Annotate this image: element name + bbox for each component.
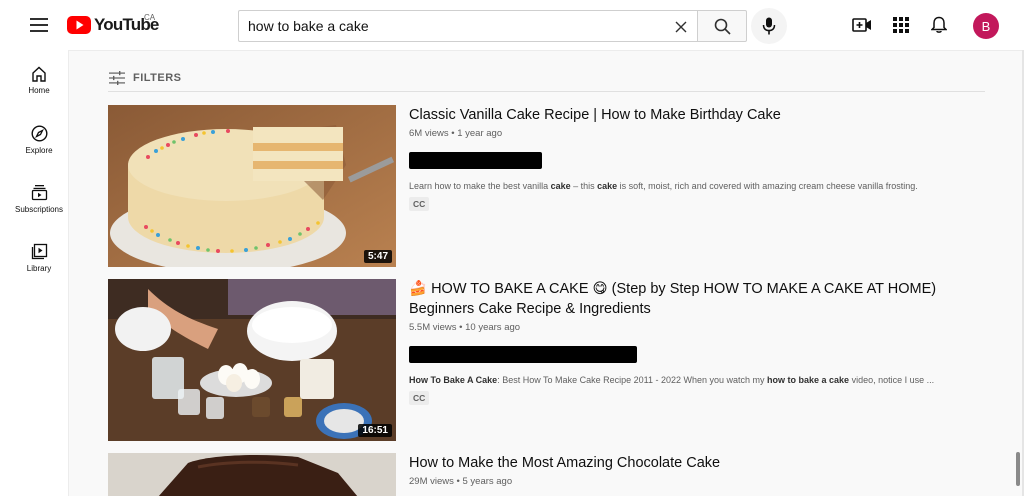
subscriptions-icon [31, 185, 47, 201]
video-title[interactable]: How to Make the Most Amazing Chocolate C… [409, 453, 979, 473]
search-results: FILTERS 5:47 Classic Vanilla Cake Recipe… [68, 50, 1024, 496]
sidebar-item-explore[interactable]: Explore [0, 125, 78, 175]
redacted-channel-name[interactable] [409, 346, 637, 363]
create-video-icon[interactable] [850, 13, 874, 37]
video-title-line: 🍰 HOW TO BAKE A CAKE 😋 (Step by Step HOW… [409, 281, 937, 297]
mini-sidebar: Home Explore Subscriptions Library [0, 50, 68, 496]
video-thumbnail[interactable]: 5:47 [108, 105, 396, 267]
divider [108, 91, 985, 92]
country-code: CA [144, 13, 156, 22]
video-thumbnail[interactable] [108, 453, 396, 496]
voice-search-button[interactable] [751, 8, 787, 44]
mic-icon [762, 17, 776, 35]
sidebar-item-label: Subscriptions [14, 205, 64, 214]
meta-separator: • [456, 476, 460, 487]
video-title[interactable]: Classic Vanilla Cake Recipe | How to Mak… [409, 105, 979, 125]
sidebar-item-subscriptions[interactable]: Subscriptions [0, 184, 78, 234]
meta-separator: • [451, 128, 455, 139]
cc-badge: CC [409, 391, 430, 405]
menu-icon[interactable] [26, 12, 52, 38]
redacted-channel-name[interactable] [409, 152, 542, 169]
upload-age: 10 years ago [465, 322, 521, 333]
video-meta: 6M views • 1 year ago [409, 128, 979, 139]
upload-age: 5 years ago [462, 476, 513, 487]
home-icon [32, 66, 46, 82]
video-info: 🍰 HOW TO BAKE A CAKE 😋 (Step by Step HOW… [409, 279, 979, 406]
sidebar-item-label: Library [26, 264, 52, 273]
video-thumbnail[interactable]: 16:51 [108, 279, 396, 441]
view-count: 29M views [409, 476, 454, 487]
video-meta: 29M views • 5 years ago [409, 476, 979, 487]
meta-separator: • [459, 322, 463, 333]
account-avatar[interactable]: B [973, 13, 999, 39]
video-description: Learn how to make the best vanilla cake … [409, 181, 918, 191]
video-title[interactable]: 🍰 HOW TO BAKE A CAKE 😋 (Step by Step HOW… [409, 279, 979, 319]
compass-icon [30, 125, 48, 142]
sidebar-item-home[interactable]: Home [0, 66, 78, 116]
sidebar-item-label: Explore [25, 146, 53, 155]
video-title-line: Beginners Cake Recipe & Ingredients [409, 301, 651, 317]
clear-search-icon[interactable] [671, 17, 691, 37]
view-count: 6M views [409, 128, 449, 139]
sidebar-item-label: Home [28, 86, 50, 95]
video-info: Classic Vanilla Cake Recipe | How to Mak… [409, 105, 979, 212]
sidebar-item-library[interactable]: Library [0, 243, 78, 293]
notifications-bell-icon[interactable] [927, 13, 951, 37]
scrollbar[interactable] [1016, 452, 1020, 486]
youtube-play-logo-icon [67, 16, 91, 34]
search-icon [714, 18, 731, 35]
filters-label: FILTERS [133, 72, 182, 84]
upload-age: 1 year ago [457, 128, 503, 139]
filters-sliders-icon [109, 71, 125, 85]
video-duration: 5:47 [363, 250, 392, 263]
video-description: How To Bake A Cake: Best How To Make Cak… [409, 375, 935, 385]
top-header: YouTube CA B [0, 0, 1024, 50]
search-input[interactable] [239, 12, 659, 40]
search-box [238, 10, 697, 42]
library-icon [31, 243, 47, 260]
apps-grid-icon[interactable] [889, 13, 913, 37]
video-duration: 16:51 [358, 424, 392, 437]
cc-badge: CC [409, 197, 430, 211]
search-button[interactable] [697, 10, 747, 42]
video-meta: 5.5M views • 10 years ago [409, 322, 979, 333]
video-info: How to Make the Most Amazing Chocolate C… [409, 453, 979, 487]
view-count: 5.5M views [409, 322, 457, 333]
filters-button[interactable]: FILTERS [109, 68, 182, 88]
